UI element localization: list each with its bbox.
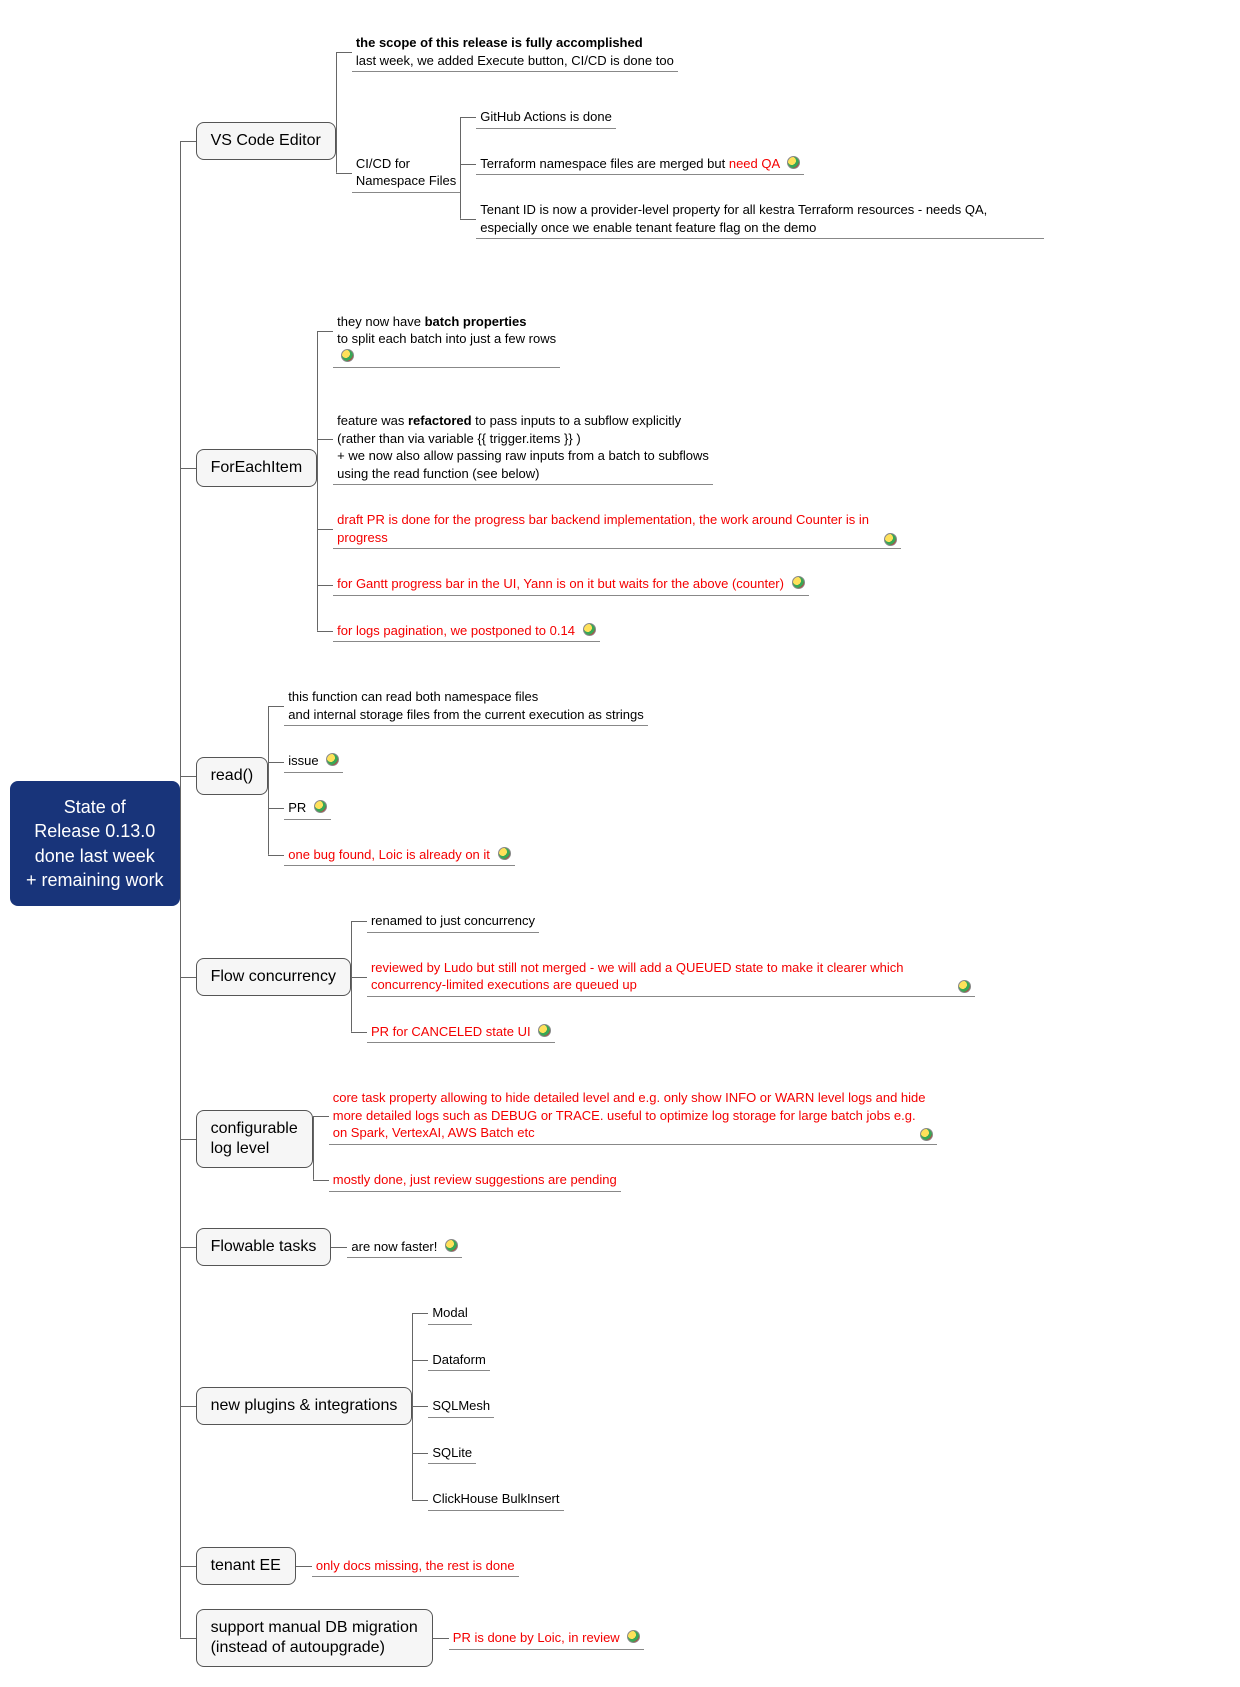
root-children: VS Code Editor the scope of this release… [196, 10, 1045, 1677]
branch-flowable: Flowable tasks are now faster! [196, 1224, 1045, 1271]
link-icon[interactable] [792, 576, 805, 589]
link-icon[interactable] [583, 623, 596, 636]
branch-tenant: tenant EE only docs missing, the rest is… [196, 1543, 1045, 1590]
loglevel-status: mostly done, just review suggestions are… [329, 1169, 621, 1192]
topic-foreach: ForEachItem [196, 449, 318, 487]
plugin-dataform: Dataform [428, 1349, 489, 1372]
read-pr: PR [284, 797, 331, 820]
link-icon[interactable] [326, 753, 339, 766]
cicd-tenant-id: Tenant ID is now a provider-level proper… [476, 199, 1044, 239]
topic-plugins: new plugins & integrations [196, 1387, 413, 1425]
link-icon[interactable] [958, 980, 971, 993]
foreach-batch-props: they now have batch properties to split … [333, 293, 560, 368]
branch-loglevel: configurable log level core task propert… [196, 1075, 1045, 1203]
branch-dbmig: support manual DB migration (instead of … [196, 1609, 1045, 1667]
read-issue: issue [284, 750, 343, 773]
cicd-github: GitHub Actions is done [476, 106, 616, 129]
link-icon[interactable] [498, 847, 511, 860]
branch-vscode: VS Code Editor the scope of this release… [196, 20, 1045, 261]
plugin-sqlite: SQLite [428, 1442, 476, 1465]
link-icon[interactable] [341, 349, 354, 362]
link-icon[interactable] [787, 156, 800, 169]
loglevel-desc: core task property allowing to hide deta… [329, 1087, 937, 1145]
link-icon[interactable] [884, 533, 897, 546]
branch-read: read() this function can read both names… [196, 674, 1045, 878]
topic-dbmig: support manual DB migration (instead of … [196, 1609, 433, 1667]
foreach-draft-pr: draft PR is done for the progress bar ba… [333, 509, 901, 549]
vscode-cicd-label: CI/CD for Namespace Files [352, 153, 460, 193]
mindmap-diagram: State of Release 0.13.0 done last week +… [10, 10, 1230, 1677]
branch-flowconc: Flow concurrency renamed to just concurr… [196, 898, 1045, 1055]
branch-foreach: ForEachItem they now have batch properti… [196, 281, 1045, 654]
read-desc: this function can read both namespace fi… [284, 686, 648, 726]
branch-plugins: new plugins & integrations Modal Datafor… [196, 1290, 1045, 1523]
foreach-refactored: feature was refactored to pass inputs to… [333, 392, 713, 485]
link-icon[interactable] [920, 1128, 933, 1141]
vscode-note-scope: the scope of this release is fully accom… [352, 32, 678, 72]
flowable-faster: are now faster! [347, 1236, 462, 1259]
read-bug: one bug found, Loic is already on it [284, 844, 514, 867]
plugin-modal: Modal [428, 1302, 471, 1325]
dbmig-pr: PR is done by Loic, in review [449, 1627, 645, 1650]
link-icon[interactable] [627, 1630, 640, 1643]
plugin-sqlmesh: SQLMesh [428, 1395, 494, 1418]
flowconc-renamed: renamed to just concurrency [367, 910, 539, 933]
topic-tenant: tenant EE [196, 1547, 296, 1585]
topic-flowable: Flowable tasks [196, 1228, 332, 1266]
tenant-docs: only docs missing, the rest is done [312, 1555, 519, 1578]
foreach-logs-pagination: for logs pagination, we postponed to 0.1… [333, 620, 599, 643]
plugin-clickhouse: ClickHouse BulkInsert [428, 1488, 563, 1511]
flowconc-canceled: PR for CANCELED state UI [367, 1021, 555, 1044]
link-icon[interactable] [538, 1024, 551, 1037]
foreach-gantt: for Gantt progress bar in the UI, Yann i… [333, 573, 808, 596]
link-icon[interactable] [445, 1239, 458, 1252]
root-node: State of Release 0.13.0 done last week +… [10, 781, 180, 906]
topic-loglevel: configurable log level [196, 1110, 313, 1168]
topic-vscode: VS Code Editor [196, 122, 336, 160]
topic-flowconc: Flow concurrency [196, 958, 351, 996]
cicd-terraform: Terraform namespace files are merged but… [476, 153, 804, 176]
topic-read: read() [196, 757, 269, 795]
link-icon[interactable] [314, 800, 327, 813]
flowconc-queued: reviewed by Ludo but still not merged - … [367, 957, 975, 997]
